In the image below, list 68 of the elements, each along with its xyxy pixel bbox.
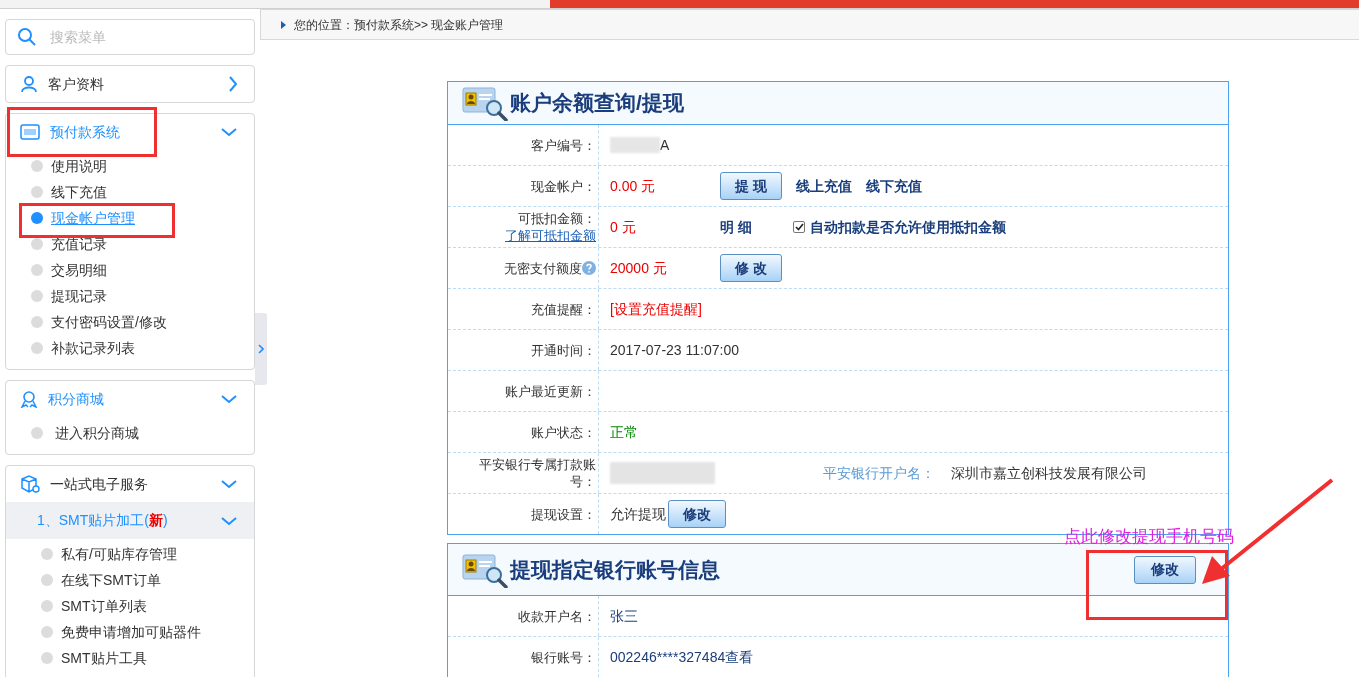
field-label: 平安银行专属打款账号： <box>478 456 596 490</box>
action-button[interactable]: 提 现 <box>720 172 782 200</box>
chevron-right-icon <box>258 344 264 354</box>
menu-item[interactable]: 充值记录 <box>51 233 107 255</box>
menu-item[interactable]: 交易明细 <box>51 259 107 281</box>
field-label: 客户编号： <box>531 136 596 154</box>
amount-value: 0.00 元 <box>610 176 657 196</box>
submenu-header[interactable]: 1、SMT贴片加工(新) <box>6 502 254 539</box>
field-value: 深圳市嘉立创科技发展有限公司 <box>951 463 1147 483</box>
field-label: 账户最近更新： <box>505 382 596 400</box>
field-value: 张三 <box>610 606 638 626</box>
breadcrumb-text: 您的位置：预付款系统>> 现金账户管理 <box>294 16 504 34</box>
search-field[interactable]: 搜索菜单 <box>5 19 255 55</box>
link[interactable]: 线上充值 <box>795 175 852 197</box>
action-button[interactable]: 修改 <box>668 500 726 528</box>
field-label: 账户状态： <box>531 423 596 441</box>
caret-right-icon <box>281 20 286 29</box>
menu-item[interactable]: 使用说明 <box>51 155 107 177</box>
menu-group-title: 预付款系统 <box>50 122 121 142</box>
menu-group-title: 积分商城 <box>48 389 105 409</box>
menu-item[interactable]: 私有/可贴库存管理 <box>61 543 177 565</box>
search-icon <box>17 27 37 47</box>
field-value: A <box>660 135 670 155</box>
menu-item[interactable]: SMT贴片工具 <box>61 647 147 669</box>
id-card-search-icon <box>462 551 508 588</box>
field-label: 充值提醒： <box>531 300 596 318</box>
field-label: 银行账号： <box>531 648 596 666</box>
id-card-search-icon <box>462 85 508 121</box>
menu-item[interactable]: SMT订单列表 <box>61 595 147 617</box>
menu-group-header[interactable]: 一站式电子服务 <box>6 466 254 502</box>
menu-item[interactable]: 提现记录 <box>51 285 107 307</box>
award-icon <box>20 390 38 408</box>
menu-group-title: 客户资料 <box>48 74 105 94</box>
action-button[interactable]: 修 改 <box>720 254 782 282</box>
menu-item[interactable]: 补款记录列表 <box>51 337 135 359</box>
amount-value: 20000 元 <box>610 258 668 278</box>
field-value: 002246****327484查看 <box>610 647 754 667</box>
field-label: 现金帐户： <box>531 177 596 195</box>
field-value: 2017-07-23 11:07:00 <box>610 340 739 360</box>
menu-group-header[interactable]: 客户资料 <box>6 66 254 102</box>
amount-value: 0 元 <box>610 217 637 237</box>
field-label: 无密支付额度 <box>504 259 596 277</box>
panel-title: 提现指定银行账号信息 <box>510 556 721 583</box>
details-link[interactable]: 明 细 <box>720 216 777 238</box>
reminder-link[interactable]: [设置充值提醒] <box>610 298 702 320</box>
edit-button[interactable]: 修改 <box>1134 555 1196 584</box>
menu-item[interactable]: 进入积分商城 <box>55 422 139 444</box>
submenu-title: 1、SMT贴片加工(新) <box>37 511 169 530</box>
link[interactable]: 线下充值 <box>865 175 922 197</box>
checkbox-option[interactable]: 自动扣款是否允许使用抵扣金额 <box>793 216 1006 238</box>
field-label: 开通时间： <box>531 341 596 359</box>
field-label: 提现设置： <box>531 505 596 523</box>
panel-title: 账户余额查询/提现 <box>510 90 685 117</box>
help-link[interactable]: 了解可抵扣金额 <box>505 227 596 244</box>
field-label: 可抵扣金额： <box>518 210 596 227</box>
status-value: 正常 <box>610 422 638 442</box>
menu-item[interactable]: 免费申请增加可贴器件 <box>61 621 201 643</box>
field-label: 平安银行开户名： <box>823 463 935 483</box>
user-icon <box>20 75 38 93</box>
menu-item[interactable]: 支付密码设置/修改 <box>51 311 167 333</box>
menu-item[interactable]: 线下充值 <box>51 181 107 203</box>
menu-item[interactable]: 在线下SMT订单 <box>61 569 161 591</box>
field-value: 允许提现 <box>610 504 666 524</box>
menu-group-title: 一站式电子服务 <box>50 474 149 494</box>
redacted-block <box>610 137 660 153</box>
field-label: 收款开户名： <box>518 607 596 625</box>
checkbox[interactable] <box>793 221 805 233</box>
box-icon <box>20 474 40 494</box>
